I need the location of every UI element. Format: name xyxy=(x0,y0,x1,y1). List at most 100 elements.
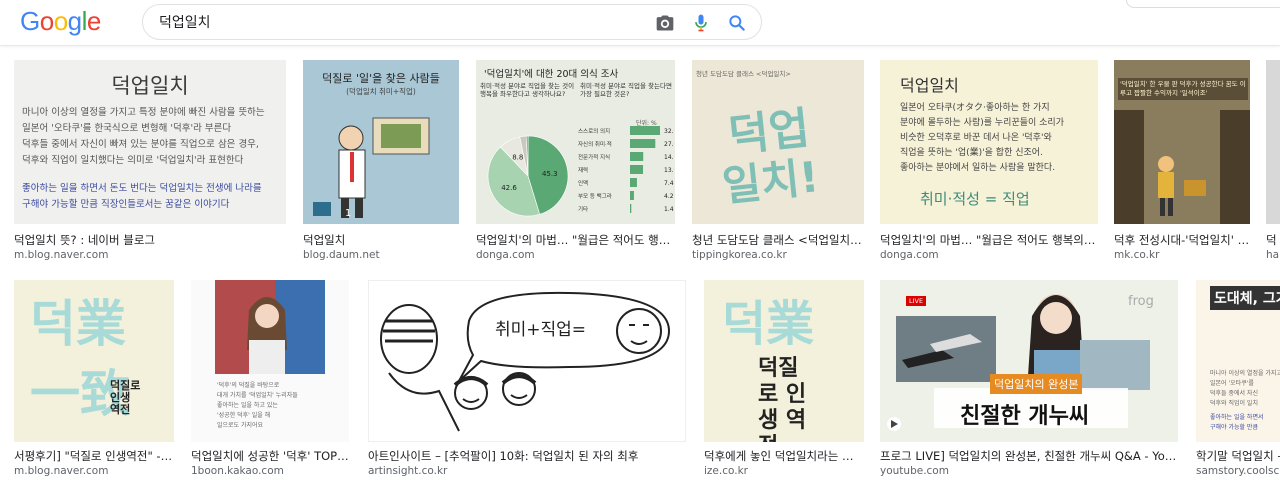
bar xyxy=(630,204,632,213)
result-title[interactable]: 프로그 LIVE] 덕업일치의 완성본, 친절한 개누씨 Q&A - YouTu… xyxy=(880,448,1178,464)
thumb-title: 덕업일치 xyxy=(900,76,959,95)
result-thumbnail[interactable] xyxy=(1266,60,1280,224)
result-title[interactable]: 아트인사이트 – [추억팔이] 10화: 덕업일치 된 자의 최후 xyxy=(368,448,686,464)
banner-text: 덕업일치의 완성본 xyxy=(990,374,1083,394)
image-result[interactable]: 덕業 一致 덕질로 인생 역전 서평후기] "덕질로 인생역전" - 덕… m.… xyxy=(14,280,174,480)
result-thumbnail[interactable]: 도대체, 그거 마니아 이상의 열정을 가지고 일본어 '오타쿠'를 덕후들 중… xyxy=(1196,280,1280,442)
thumb-text-line: 구해야 가능할 만큼 xyxy=(1210,424,1258,431)
thumb-text-line: 덕후와 직업이 일치 xyxy=(1210,400,1258,407)
result-thumbnail[interactable]: 덕業 덕질로 인생 역전 xyxy=(704,280,864,442)
bar xyxy=(630,126,660,135)
thumb-text-line: 일본어 '오타쿠'를 xyxy=(1210,380,1254,387)
result-title[interactable]: 덕후에게 놓인 덕업일치라는 함정… xyxy=(704,448,864,464)
thumb-text-line: 좋아하는 일을 하고 있는 xyxy=(217,402,278,409)
thumb-question: 취미·적성 분야로 직업을 찾는 것이 행복을 좌우한다고 생각하나요? xyxy=(480,82,575,98)
result-title[interactable]: 덕 xyxy=(1266,232,1280,248)
thumb-text-line: 마니아 이상의 열정을 가지고 xyxy=(1210,370,1280,377)
result-title[interactable]: 덕업일치에 성공한 '덕후' TOP 5 … xyxy=(191,448,349,464)
result-domain: ha xyxy=(1266,249,1280,261)
thumb-title: '덕업일치'에 대한 20대 의식 조사 xyxy=(484,69,619,80)
image-result[interactable]: '덕업일치' 한 우물 판 덕후가 성공한다 꿈도 이루고 짭짤한 수익까지 '… xyxy=(1114,60,1250,266)
logo-letter: G xyxy=(20,6,40,36)
logo-letter: o xyxy=(53,6,68,36)
camera-icon[interactable] xyxy=(655,13,675,33)
google-logo[interactable]: Google xyxy=(20,6,101,37)
result-thumbnail[interactable]: 덕질로 '일'을 찾은 사람들 (덕업일치 취미+직업) 1 xyxy=(303,60,459,224)
thumb-text-line: 좋아하는 일을 하면서 돈도 번다는 덕업일치는 전생에 나라를 xyxy=(22,183,262,194)
thumb-text-line: 일본어 오타쿠(オタク·좋아하는 한 가지 xyxy=(900,103,1050,113)
result-thumbnail[interactable]: LIVE frog 덕업일치의 완성본 친절한 개누씨 xyxy=(880,280,1178,442)
image-result[interactable]: 덕業 덕질로 인생 역전 덕후에게 놓인 덕업일치라는 함정… ize.co.k… xyxy=(704,280,864,480)
thumb-text-line: 대개 가치를 '덕업일치' 누리자들 xyxy=(217,392,298,399)
thumb-big-text: 덕業 xyxy=(722,296,815,352)
microphone-icon[interactable] xyxy=(691,13,711,33)
bar xyxy=(630,191,634,200)
account-panel-edge xyxy=(1126,0,1280,8)
result-thumbnail[interactable]: '덕후'의 덕질을 바탕으로 대개 가치를 '덕업일치' 누리자들 좋아하는 일… xyxy=(191,280,349,442)
bar-value-label: 32.0 xyxy=(664,128,674,135)
image-result[interactable]: LIVE frog 덕업일치의 완성본 친절한 개누씨 프로그 LIVE] 덕업… xyxy=(880,280,1178,480)
pie-chart: 45.3 42.6 8.8 xyxy=(487,135,569,217)
result-domain: ize.co.kr xyxy=(704,465,748,477)
pie-value-label: 42.6 xyxy=(501,184,517,192)
result-title[interactable]: 덕업일치 뜻? : 네이버 블로그 xyxy=(14,232,286,248)
bar xyxy=(630,152,644,161)
thumb-text-line: 구해야 가능할 만큼 직장인들로서는 꿈같은 이야기다 xyxy=(22,199,230,210)
thumb-text-line: 덕후들 중에서 자신이 빠져 있는 분야를 직업으로 삼은 경우, xyxy=(22,139,259,150)
thumb-text-line: 일으로도 가지어요 xyxy=(217,422,264,429)
search-icon[interactable] xyxy=(727,13,747,33)
result-title[interactable]: 청년 도담도담 클래스 <덕업일치> 수… xyxy=(692,232,864,248)
image-result[interactable]: '덕후'의 덕질을 바탕으로 대개 가치를 '덕업일치' 누리자들 좋아하는 일… xyxy=(191,280,349,480)
bar-value-label: 4.2 xyxy=(664,193,674,200)
result-thumbnail[interactable]: 덕업일치 마니아 이상의 열정을 가지고 특정 분야에 빠진 사람을 뜻하는 일… xyxy=(14,60,286,224)
bar-value-label: 14.1 xyxy=(664,154,674,161)
result-domain: tippingkorea.co.kr xyxy=(692,249,787,261)
bar xyxy=(630,139,656,148)
image-result[interactable]: 도대체, 그거 마니아 이상의 열정을 가지고 일본어 '오타쿠'를 덕후들 중… xyxy=(1196,280,1280,480)
thumb-text-line: 덕후와 직업이 일치했다는 의미로 '덕업일치'라 표현한다 xyxy=(22,155,244,166)
result-domain: donga.com xyxy=(476,249,535,261)
result-title[interactable]: 덕업일치 xyxy=(303,232,459,248)
svg-text:1: 1 xyxy=(345,208,351,219)
image-result[interactable]: 덕업일치 마니아 이상의 열정을 가지고 특정 분야에 빠진 사람을 뜻하는 일… xyxy=(14,60,286,266)
image-result[interactable]: 청년 도담도담 클래스 <덕업일치> 덕업 일치! 청년 도담도담 클래스 <덕… xyxy=(692,60,864,266)
illustration: 1 xyxy=(313,117,430,219)
result-thumbnail[interactable]: 덕업일치 일본어 오타쿠(オタク·좋아하는 한 가지 분야에 몰두하는 사람)를… xyxy=(880,60,1098,224)
thumb-text-line: 좋아하는 일을 하면서 xyxy=(1210,414,1264,421)
thumb-big-text: 일치! xyxy=(720,152,822,211)
result-title[interactable]: 덕업일치'의 마법… "월급은 적어도 행복의 백만… xyxy=(476,232,675,248)
result-title[interactable]: 덕후 전성시대-'덕업일치' 한 … xyxy=(1114,232,1250,248)
result-domain: blog.daum.net xyxy=(303,249,380,261)
logo-letter: e xyxy=(86,6,101,36)
image-result[interactable]: '덕업일치'에 대한 20대 의식 조사 취미·적성 분야로 직업을 찾는 것이… xyxy=(476,60,675,266)
search-box xyxy=(142,4,762,40)
bar xyxy=(630,178,637,187)
logo-letter: o xyxy=(39,6,54,36)
result-title[interactable]: 서평후기] "덕질로 인생역전" - 덕… xyxy=(14,448,174,464)
result-thumbnail[interactable]: 청년 도담도담 클래스 <덕업일치> 덕업 일치! xyxy=(692,60,864,224)
image-result[interactable]: 덕업일치 일본어 오타쿠(オタク·좋아하는 한 가지 분야에 몰두하는 사람)를… xyxy=(880,60,1098,266)
thumb-text-line: 좋아하는 분야에서 일하는 사람을 말한다. xyxy=(900,163,1056,173)
illustration xyxy=(1114,110,1250,224)
image-result[interactable]: 덕 ha xyxy=(1266,60,1280,266)
thumb-big-text: 덕業 xyxy=(30,295,126,353)
result-thumbnail[interactable]: '덕업일치' 한 우물 판 덕후가 성공한다 꿈도 이루고 짭짤한 수익까지 '… xyxy=(1114,60,1250,224)
thumb-title: 도대체, 그거 xyxy=(1210,286,1280,310)
result-thumbnail[interactable]: 덕業 一致 덕질로 인생 역전 xyxy=(14,280,174,442)
bar-label: 자신의 취미·적 xyxy=(578,140,612,148)
bar-chart: 스스로의 의지 32.0 자신의 취미·적 27.0 전문가적 지식 14.1 재력 13.9… xyxy=(578,126,674,213)
thumb-question: 취미·적성 분야로 직업을 찾는다면 가장 필요한 것은? xyxy=(580,82,672,98)
search-input[interactable] xyxy=(159,11,629,33)
result-thumbnail[interactable]: 취미+직업= xyxy=(368,280,686,442)
image-result[interactable]: 취미+직업= 아트인사이트 – [추억팔이] 10화: 덕업일치 된 자의 최후… xyxy=(368,280,686,480)
thumb-text-line: 일본어 '오타쿠'를 한국식으로 변형해 '덕후'라 부른다 xyxy=(22,123,232,134)
pie-value-label: 45.3 xyxy=(542,170,558,178)
thumb-subtitle: (덕업일치 취미+직업) xyxy=(346,87,416,96)
result-thumbnail[interactable]: '덕업일치'에 대한 20대 의식 조사 취미·적성 분야로 직업을 찾는 것이… xyxy=(476,60,675,224)
result-domain: m.blog.naver.com xyxy=(14,465,109,477)
bar-value-label: 13.9 xyxy=(664,167,674,174)
thumb-text-line: '덕후'의 덕질을 바탕으로 xyxy=(217,382,280,389)
result-title[interactable]: 덕업일치'의 마법… "월급은 적어도 행복의 백만… xyxy=(880,232,1098,248)
result-title[interactable]: 학기말 덕업일치 – 삼성… xyxy=(1196,448,1280,464)
image-result[interactable]: 덕질로 '일'을 찾은 사람들 (덕업일치 취미+직업) 1 덕업일치 blog… xyxy=(303,60,459,266)
